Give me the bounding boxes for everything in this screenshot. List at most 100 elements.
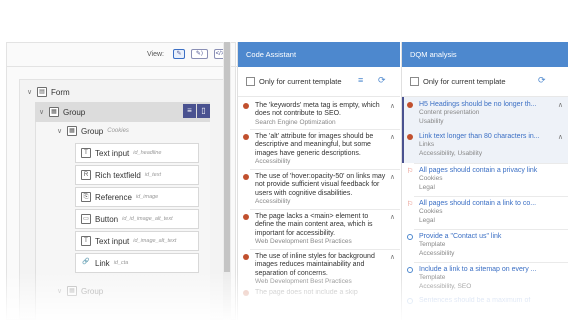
refresh-icon[interactable]: ⟳ (378, 75, 386, 86)
chevron-down-icon[interactable]: ∨ (57, 287, 67, 295)
error-icon (243, 290, 249, 296)
view-split-button[interactable]: ✎⟩ (191, 49, 208, 59)
current-template-label: Only for current template (423, 77, 506, 86)
item-category: Links (419, 141, 435, 149)
code-assistant-options: Only for current template ≡ ⟳ (238, 67, 400, 97)
item-text: Include a link to a sitemap on every ... (419, 266, 537, 273)
item-category: Template (419, 274, 446, 282)
group-icon: ▦ (67, 126, 77, 136)
error-icon (243, 134, 249, 140)
filter-list-icon[interactable]: ≡ (358, 75, 363, 85)
item-subcategory: Usability (419, 117, 444, 125)
error-icon (243, 174, 249, 180)
item-text: The 'alt' attribute for images should be… (255, 133, 374, 157)
item-category: Accessibility (255, 198, 291, 206)
code-assistant-panel: Code Assistant Only for current template… (237, 42, 400, 320)
chevron-down-icon[interactable]: ∨ (27, 88, 37, 96)
pencil-code-icon: ✎⟩ (195, 51, 204, 57)
subgroup-label: Group (81, 126, 104, 136)
item-category: Search Engine Optimization (255, 118, 336, 126)
chevron-up-icon[interactable]: ∧ (390, 253, 395, 261)
refresh-icon[interactable]: ⟳ (538, 75, 546, 86)
delete-button[interactable]: ▯ (197, 104, 210, 118)
view-edit-button[interactable]: ✎ (173, 49, 185, 59)
chevron-up-icon[interactable]: ∧ (390, 133, 395, 141)
field-rich-textfield[interactable]: R Rich textfield id_text (75, 165, 199, 185)
error-icon (243, 214, 249, 220)
item-category: Content presentation (419, 109, 480, 117)
chevron-up-icon[interactable]: ∧ (558, 101, 563, 109)
scrollbar-thumb[interactable] (224, 42, 230, 272)
field-id: id_headline (133, 150, 162, 156)
group-icon: ▦ (67, 286, 77, 296)
item-text: The use of 'hover:opacity-50' on links m… (255, 173, 386, 197)
form-structure-panel: View: ✎ ✎⟩ </> ∨ ▤ Form ∨ ▦ Group ≡ ▯ ∨ … (6, 42, 237, 320)
field-text-input[interactable]: T Text input id_headline (75, 143, 199, 163)
pencil-icon: ✎ (176, 51, 182, 57)
group-label: Group (63, 107, 86, 117)
divider (414, 196, 568, 197)
chevron-down-icon[interactable]: ∨ (39, 108, 49, 116)
field-link[interactable]: 🔗 Link id_cta (75, 253, 199, 273)
field-button[interactable]: ▭ Button id_id_image_alt_text (75, 209, 199, 229)
view-toolbar: View: ✎ ✎⟩ </> (7, 43, 237, 67)
error-icon (243, 103, 249, 109)
divider (250, 209, 400, 210)
chevron-up-icon[interactable]: ∧ (390, 102, 395, 110)
item-category: Accessibility (255, 158, 291, 166)
field-reference[interactable]: ⎘ Reference id_image (75, 187, 199, 207)
divider (250, 169, 400, 170)
current-template-checkbox[interactable] (246, 77, 255, 86)
divider (250, 129, 400, 130)
item-text: The page does not include a skip (255, 289, 358, 296)
flag-icon: ⚐ (407, 168, 414, 175)
group-toolbar: ≡ ▯ (182, 104, 210, 118)
code-assistant-list: The 'keywords' meta tag is empty, which … (238, 97, 400, 320)
current-template-checkbox[interactable] (410, 77, 419, 86)
error-icon (407, 102, 413, 108)
error-icon (407, 134, 413, 140)
chevron-up-icon[interactable]: ∧ (390, 173, 395, 181)
link-icon: 🔗 (81, 258, 91, 268)
flag-icon: ⚐ (407, 201, 414, 208)
chevron-up-icon[interactable]: ∧ (390, 213, 395, 221)
tree-node-form[interactable]: ∨ ▤ Form (27, 84, 70, 100)
list-edit-button[interactable]: ≡ (183, 104, 196, 118)
chevron-up-icon[interactable]: ∧ (558, 133, 563, 141)
button-icon: ▭ (81, 214, 91, 224)
reference-icon: ⎘ (81, 192, 91, 202)
item-category: Cookies (419, 208, 443, 216)
item-text: Sentences should be a maximum of (419, 297, 531, 304)
rich-text-icon: R (81, 170, 91, 180)
group-label: Group (81, 286, 104, 296)
field-id: id_image_alt_text (133, 238, 177, 244)
divider (414, 262, 568, 263)
divider (250, 249, 400, 250)
field-name: Reference (95, 192, 132, 202)
item-text: Link text longer than 80 characters in..… (419, 133, 540, 140)
circle-icon (407, 267, 413, 273)
item-category: Cookies (419, 175, 443, 183)
tree-node-group-bottom[interactable]: ∨ ▦ Group (57, 283, 103, 299)
field-text-input-2[interactable]: T Text input id_image_alt_text (75, 231, 199, 251)
item-text: Provide a "Contact us" link (419, 233, 502, 240)
tree-node-subgroup[interactable]: ∨ ▦ Group Cookies (57, 123, 129, 139)
item-subcategory: Accessibility, Usability (419, 149, 483, 157)
item-subcategory: Accessibility (419, 249, 455, 257)
scrollbar[interactable] (223, 42, 231, 320)
field-name: Button (95, 214, 119, 224)
field-id: id_cta (113, 260, 129, 266)
text-input-icon: T (81, 236, 91, 246)
dqm-list: H5 Headings should be no longer th... Con… (402, 97, 568, 320)
field-name: Text input (95, 148, 130, 158)
item-text: The use of inline styles for background … (255, 253, 375, 277)
code-assistant-title: Code Assistant (238, 42, 400, 67)
current-template-label: Only for current template (259, 77, 342, 86)
field-name: Text input (95, 236, 130, 246)
tree-node-group[interactable]: ∨ ▦ Group ≡ ▯ (35, 102, 210, 122)
field-name: Rich textfield (95, 170, 141, 180)
form-icon: ▤ (37, 87, 47, 97)
chevron-down-icon[interactable]: ∨ (57, 127, 67, 135)
text-input-icon: T (81, 148, 91, 158)
item-text: All pages should contain a privacy link (419, 167, 538, 174)
